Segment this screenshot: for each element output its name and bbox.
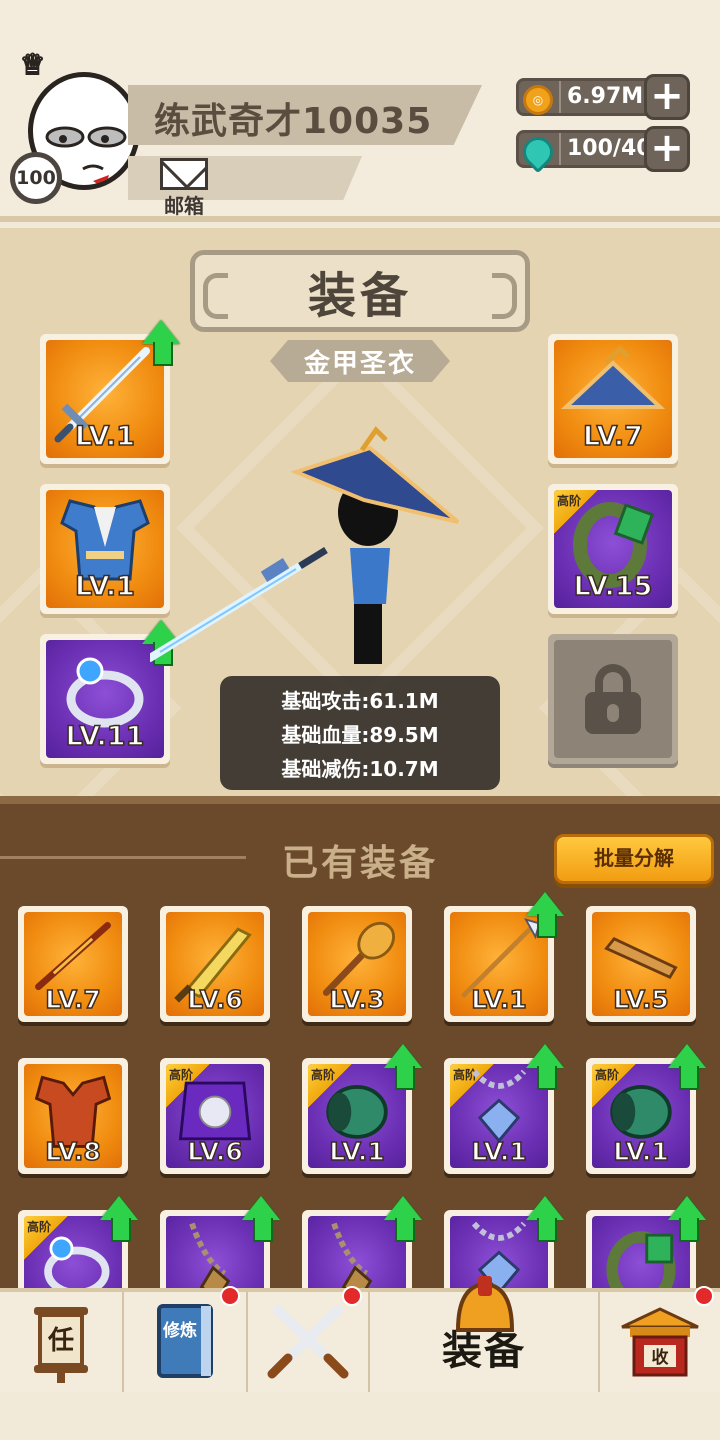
svg-text:任: 任 — [47, 1326, 74, 1356]
coin-icon: ◎ — [523, 85, 553, 115]
inventory-item-level: LV.3 — [328, 984, 385, 1015]
inventory-item[interactable]: LV.1 — [444, 906, 557, 1022]
upgrade-arrow-icon — [668, 1044, 706, 1090]
inventory-item[interactable]: LV.5 — [586, 906, 696, 1022]
equipment-panel: 装备 金甲圣衣 LV.1 LV.1 LV.11 LV.7 高阶 LV.15 基础… — [0, 228, 720, 804]
gem-value: 100/40 — [567, 136, 652, 161]
outfit-name: 金甲圣衣 — [303, 348, 416, 379]
outfit-name-plate: 金甲圣衣 — [270, 340, 450, 382]
inventory-item[interactable]: 高阶 LV.6 — [160, 1058, 270, 1174]
upgrade-arrow-icon — [384, 1044, 422, 1090]
upgrade-arrow-icon — [526, 1044, 564, 1090]
nav-battle[interactable] — [248, 1286, 370, 1392]
inventory-item[interactable]: LV.7 — [18, 906, 128, 1022]
inventory-item-level: LV.1 — [470, 1136, 527, 1167]
nav-collect[interactable]: 收 — [600, 1286, 720, 1392]
coin-value: 6.97M — [567, 84, 644, 109]
bracelet-slot[interactable]: 高阶 LV.15 — [548, 484, 678, 614]
training-book-icon: 修炼 — [157, 1304, 213, 1378]
upgrade-arrow-icon — [526, 1196, 564, 1242]
inventory-item[interactable]: 高阶 LV.1 — [302, 1058, 415, 1174]
upgrade-arrow-icon — [100, 1196, 138, 1242]
player-level-badge: 100 — [10, 152, 62, 204]
envelope-icon — [160, 158, 208, 190]
inventory-item[interactable] — [160, 1210, 273, 1288]
weapon-slot-level: LV.1 — [74, 420, 135, 453]
nav-training[interactable]: 修炼 — [124, 1286, 248, 1392]
pavilion-icon: 收 — [621, 1307, 699, 1377]
upgrade-arrow-icon — [142, 320, 180, 366]
inventory-item-level: LV.1 — [470, 984, 527, 1015]
locked-slot[interactable] — [548, 634, 678, 764]
top-bar: ♛ 100 练武奇才10035 邮箱 ◎ 6.97M + 100/40 + — [0, 0, 720, 222]
inventory-item-level: LV.1 — [612, 1136, 669, 1167]
bracelet-slot-level: LV.15 — [573, 570, 653, 603]
lock-icon — [585, 664, 641, 734]
inventory-item-level: LV.1 — [328, 1136, 385, 1167]
svg-text:修炼: 修炼 — [162, 1320, 197, 1341]
nav-equipment[interactable]: 装备 — [370, 1276, 600, 1392]
equipment-title-plate: 装备 — [190, 250, 530, 332]
base-hp: 基础血量:89.5M — [281, 723, 439, 747]
add-gems-button[interactable]: + — [644, 126, 690, 172]
hat-slot-level: LV.7 — [582, 420, 643, 453]
player-avatar[interactable]: ♛ 100 — [10, 47, 144, 204]
inventory-item[interactable]: 高阶 LV.1 — [444, 1058, 557, 1174]
inventory-item[interactable]: LV.8 — [18, 1058, 128, 1174]
stickman-character — [150, 426, 460, 664]
inventory-item[interactable] — [302, 1210, 415, 1288]
mailbox-button[interactable]: 邮箱 — [154, 156, 214, 218]
inventory-item-level: LV.8 — [44, 1136, 101, 1167]
base-attack: 基础攻击:61.1M — [281, 689, 439, 713]
crossed-swords-icon — [267, 1305, 349, 1379]
crown-icon: ♛ — [19, 47, 46, 82]
upgrade-arrow-icon — [668, 1196, 706, 1242]
inventory-item-level: LV.6 — [186, 1136, 243, 1167]
upgrade-arrow-icon — [526, 892, 564, 938]
base-stats-panel: 基础攻击:61.1M 基础血量:89.5M 基础减伤:10.7M — [220, 676, 500, 790]
inventory-panel: 已有装备 批量分解 LV.7 LV.6 LV.3 LV.1 LV.5 LV.8 高阶 LV.6… — [0, 804, 720, 1288]
add-coins-button[interactable]: + — [644, 74, 690, 120]
mailbox-label: 邮箱 — [164, 194, 204, 218]
inventory-item[interactable]: LV.6 — [160, 906, 270, 1022]
inventory-item[interactable]: LV.3 — [302, 906, 412, 1022]
nav-quest[interactable]: 任 — [0, 1292, 124, 1392]
equipment-title: 装备 — [307, 268, 412, 324]
inventory-item-level: LV.7 — [44, 984, 101, 1015]
inventory-item[interactable] — [586, 1210, 699, 1288]
upgrade-arrow-icon — [242, 1196, 280, 1242]
upgrade-arrow-icon — [384, 1196, 422, 1242]
bulk-dismantle-button[interactable]: 批量分解 — [554, 834, 714, 884]
bottom-nav: 任 修炼 装备 收 — [0, 1276, 720, 1392]
notification-dot — [342, 1286, 362, 1306]
gem-icon — [516, 130, 560, 174]
svg-text:收: 收 — [652, 1347, 669, 1368]
helmet-icon — [455, 1276, 515, 1332]
inventory-item-level: LV.5 — [612, 984, 669, 1015]
quest-sign-icon: 任 — [34, 1307, 88, 1383]
coin-counter: ◎ 6.97M + — [516, 74, 690, 120]
base-damage-reduction: 基础减伤:10.7M — [281, 757, 439, 781]
inventory-item-level: LV.6 — [186, 984, 243, 1015]
inventory-item[interactable]: 高阶 — [18, 1210, 131, 1288]
armor-slot-level: LV.1 — [74, 570, 135, 603]
hat-slot[interactable]: LV.7 — [548, 334, 678, 464]
inventory-item[interactable]: 高阶 LV.1 — [586, 1058, 699, 1174]
notification-dot — [694, 1286, 714, 1306]
notification-dot — [220, 1286, 240, 1306]
ring-slot-level: LV.11 — [65, 720, 145, 753]
player-name: 练武奇才10035 — [154, 101, 433, 142]
gem-counter: 100/40 + — [516, 126, 690, 174]
